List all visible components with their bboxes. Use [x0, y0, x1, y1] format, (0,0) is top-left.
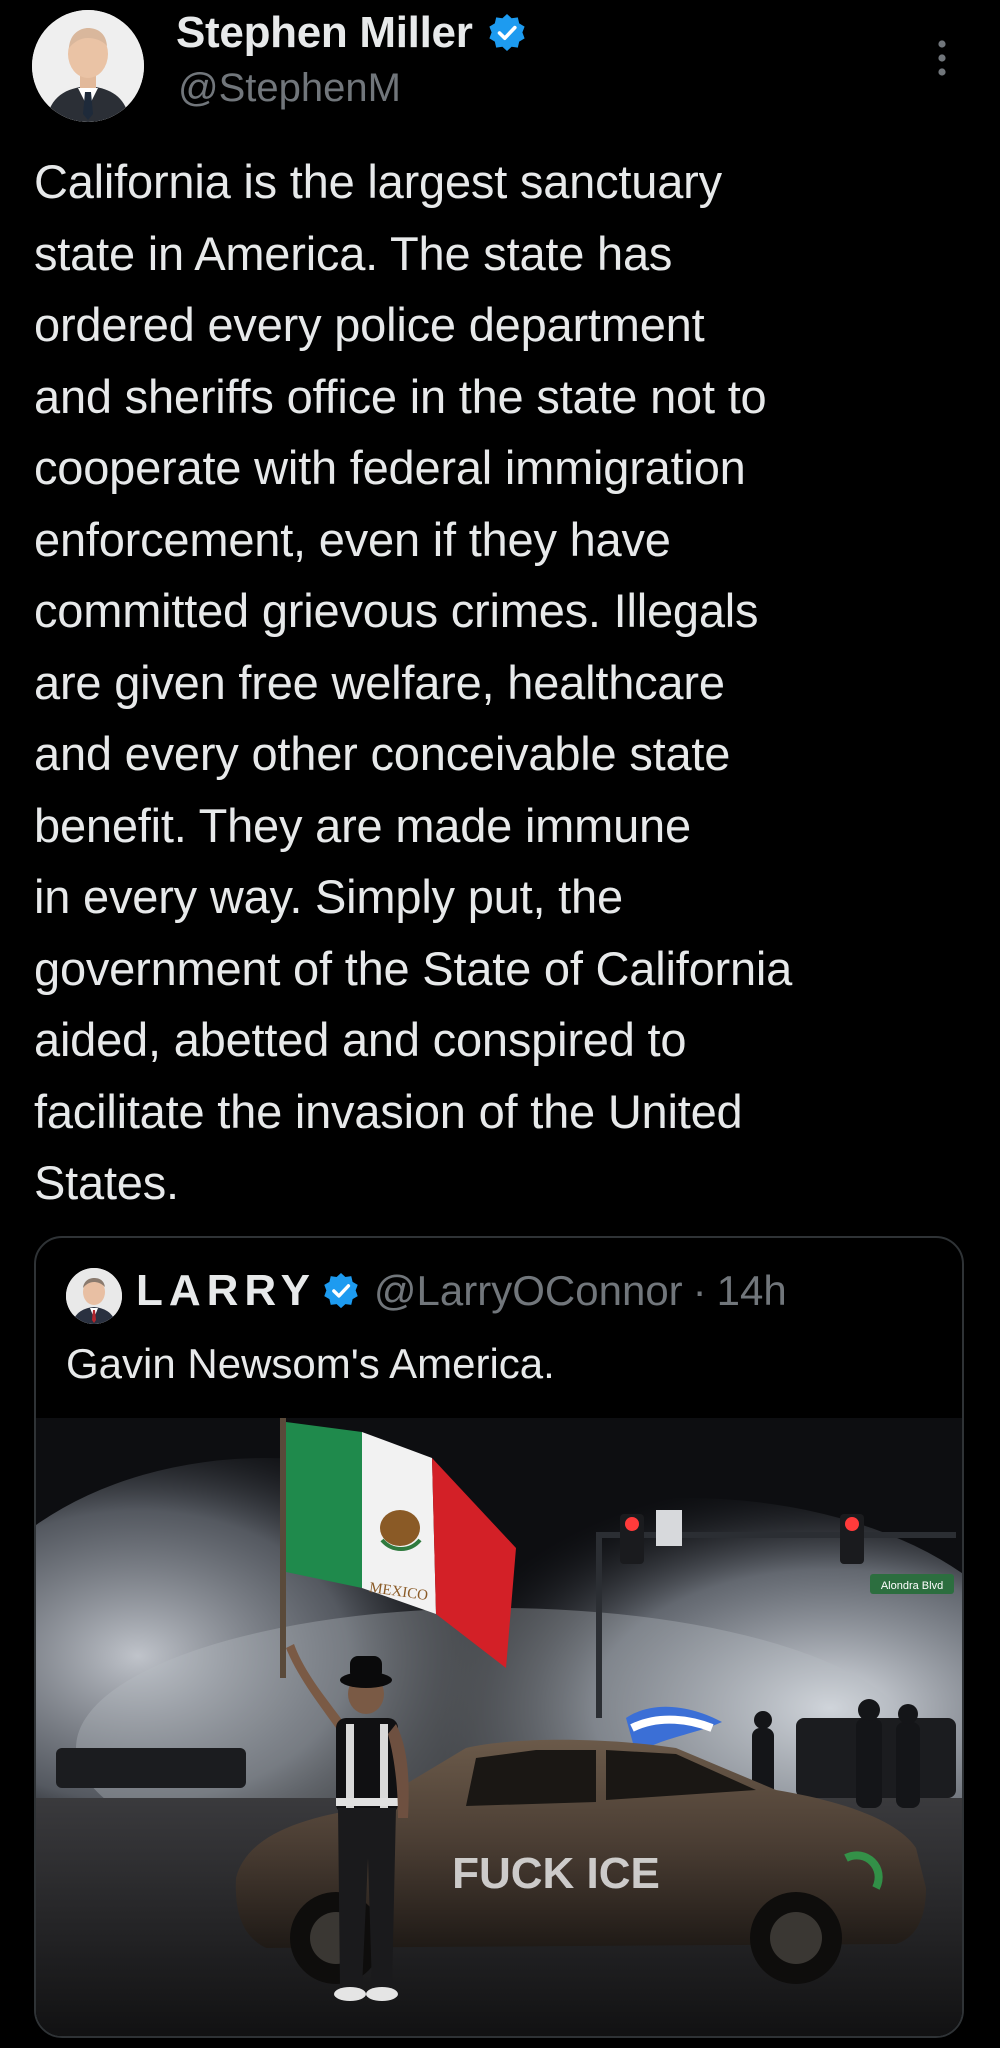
author-handle[interactable]: @StephenM — [178, 66, 401, 111]
author-avatar[interactable] — [32, 10, 144, 122]
quoted-author-avatar[interactable] — [66, 1268, 122, 1324]
verified-badge-icon — [487, 13, 527, 53]
car-graffiti-text: FUCK ICE — [452, 1849, 660, 1898]
author-display-name[interactable]: Stephen Miller — [176, 8, 473, 58]
street-scene-image: Alondra Blvd FUCK ICE MEXICO — [36, 1418, 962, 2036]
quoted-separator-dot: · — [692, 1267, 707, 1314]
profile-photo-icon — [32, 10, 144, 122]
quoted-verified-badge-icon — [322, 1272, 360, 1310]
quoted-tweet-photo[interactable]: Alondra Blvd FUCK ICE MEXICO — [36, 1418, 962, 2036]
quoted-author-display-name[interactable]: LARRY — [136, 1266, 316, 1316]
quoted-profile-photo-icon — [66, 1268, 122, 1324]
street-sign-text: Alondra Blvd — [881, 1580, 943, 1592]
quoted-timestamp[interactable]: 14h — [717, 1267, 787, 1315]
quoted-author-handle[interactable]: @LarryOConnor — [374, 1267, 683, 1315]
tweet-text: California is the largest sanctuary stat… — [34, 155, 793, 1209]
tweet-header: Stephen Miller @StephenM — [0, 0, 1000, 140]
quoted-author-row: LARRY @LarryOConnor · 14h — [136, 1266, 787, 1316]
author-name-row: Stephen Miller — [176, 8, 527, 58]
quoted-tweet-card[interactable]: LARRY @LarryOConnor · 14h Gavin Newsom's… — [34, 1236, 964, 2038]
quoted-tweet-text: Gavin Newsom's America. — [66, 1340, 555, 1387]
more-vertical-icon[interactable] — [932, 38, 952, 78]
